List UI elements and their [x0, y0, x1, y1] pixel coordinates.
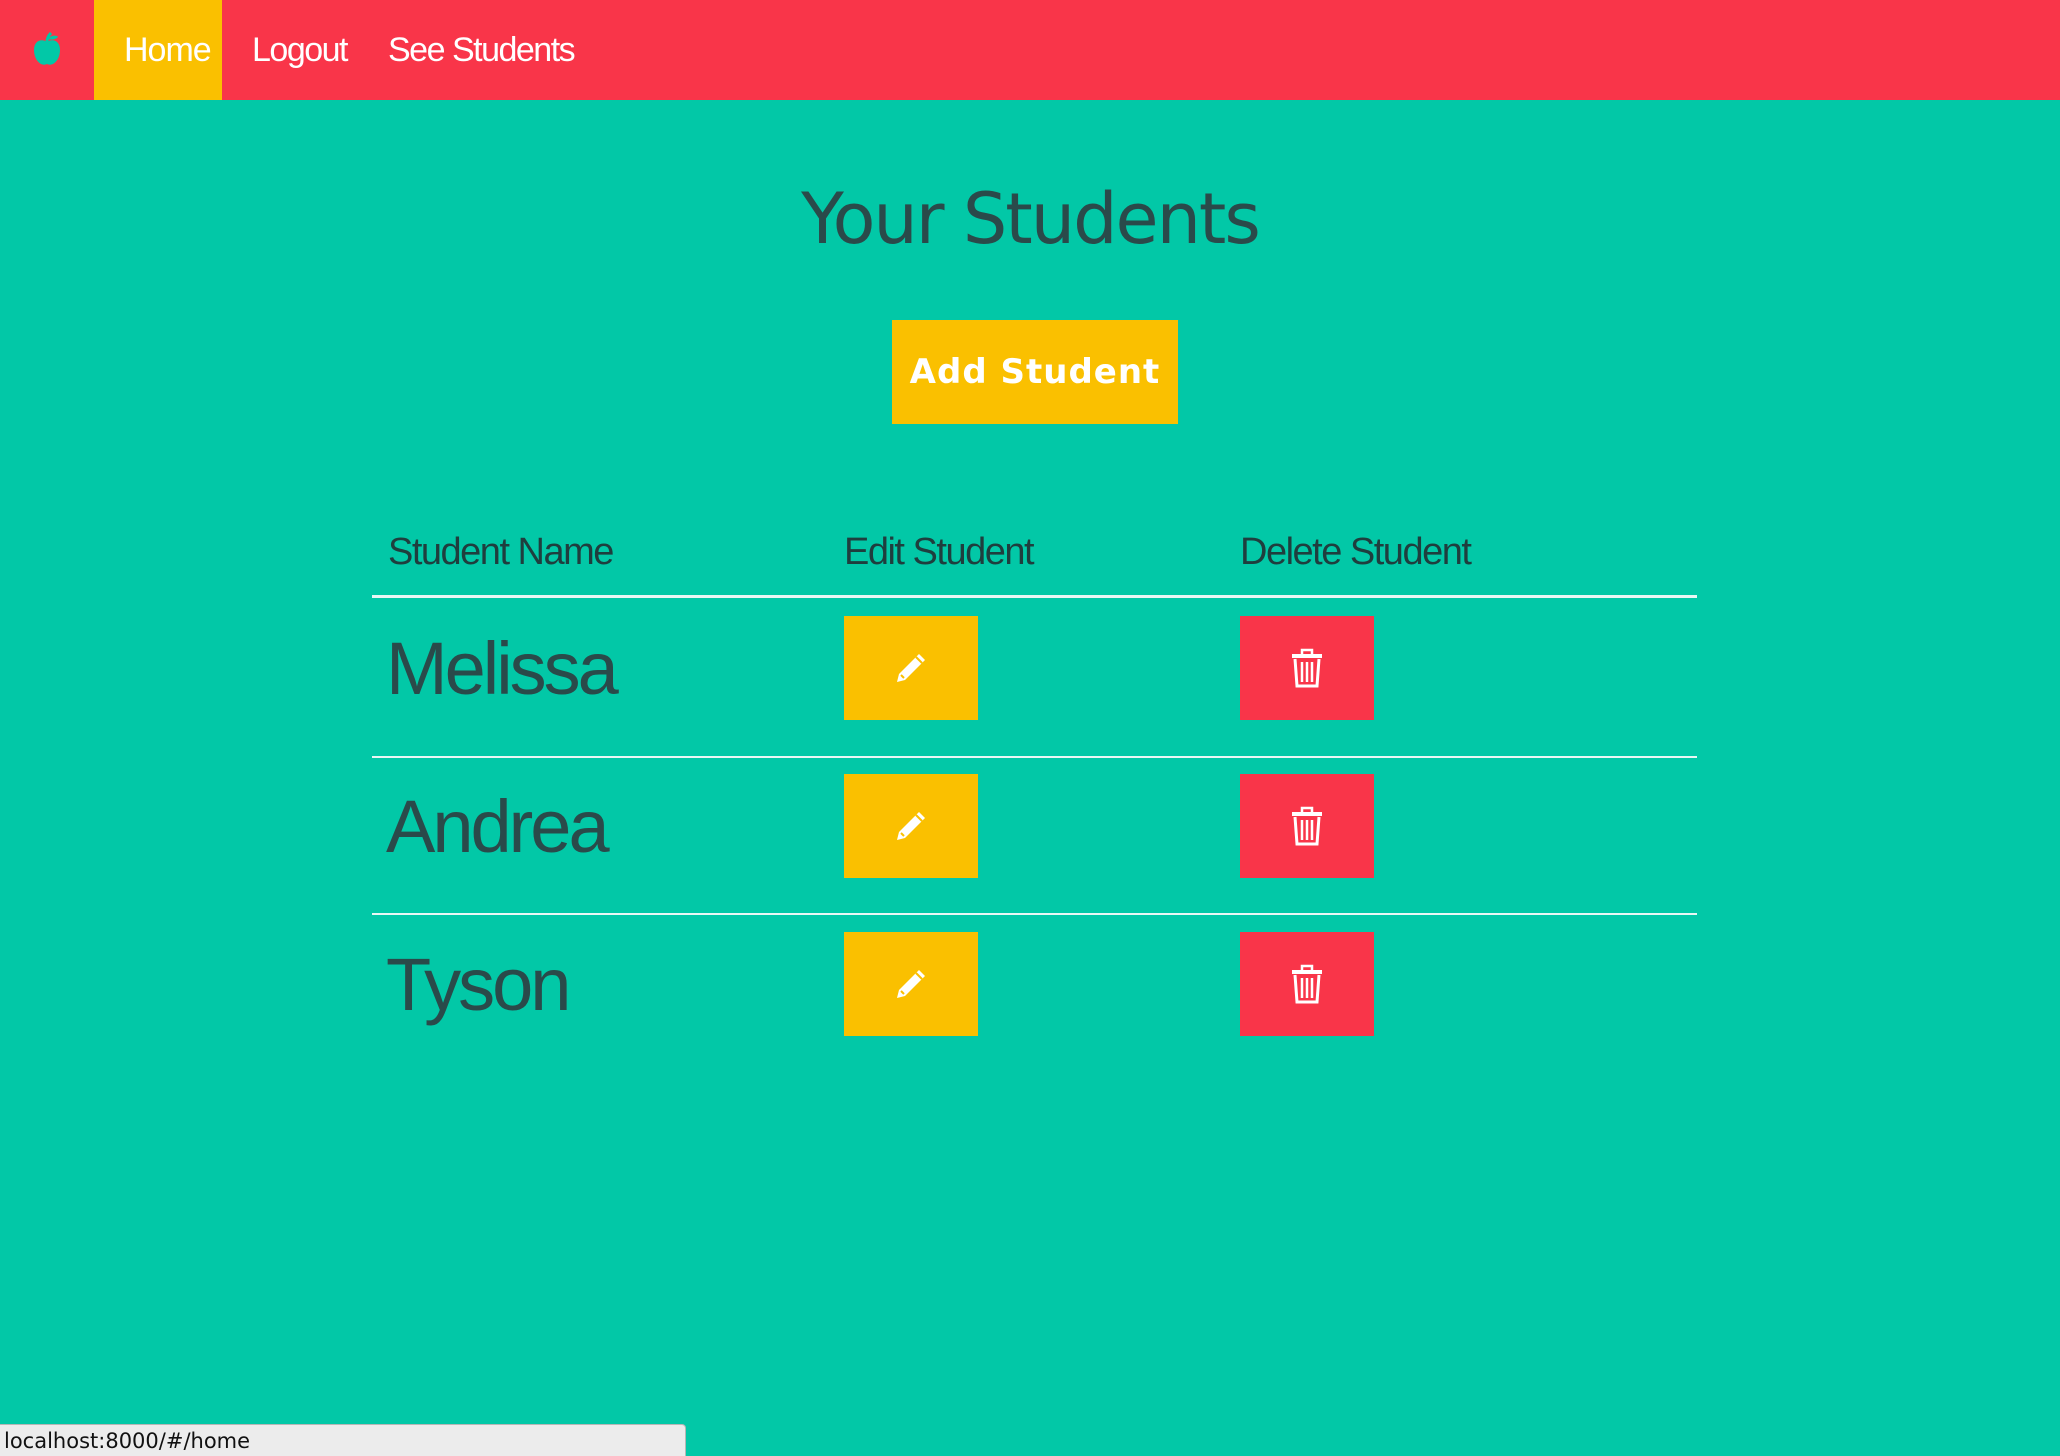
column-header-student-name: Student Name	[388, 530, 614, 573]
apple-icon	[34, 32, 60, 65]
edit-student-button[interactable]	[844, 774, 978, 878]
page-title: Your Students	[801, 178, 1261, 260]
edit-student-button[interactable]	[844, 932, 978, 1036]
column-header-edit-student: Edit Student	[844, 530, 1035, 573]
trash-icon	[1292, 648, 1322, 688]
row-divider	[372, 913, 1697, 915]
pencil-icon	[897, 812, 925, 840]
student-name-cell: Andrea	[386, 784, 610, 868]
pencil-icon	[897, 970, 925, 998]
pencil-icon	[897, 654, 925, 682]
nav-item-home[interactable]: Home	[124, 0, 212, 100]
trash-icon	[1292, 964, 1322, 1004]
column-header-delete-student: Delete Student	[1240, 530, 1472, 573]
browser-status-bar: localhost:8000/#/home	[0, 1424, 686, 1456]
student-name-cell: Melissa	[386, 626, 619, 710]
delete-student-button[interactable]	[1240, 774, 1374, 878]
trash-icon	[1292, 806, 1322, 846]
header-divider	[372, 595, 1697, 598]
row-divider	[372, 756, 1697, 758]
nav-item-logout[interactable]: Logout	[252, 0, 349, 100]
brand-logo[interactable]	[0, 0, 94, 100]
nav-item-see-students[interactable]: See Students	[388, 0, 576, 100]
edit-student-button[interactable]	[844, 616, 978, 720]
delete-student-button[interactable]	[1240, 616, 1374, 720]
student-name-cell: Tyson	[386, 942, 571, 1026]
delete-student-button[interactable]	[1240, 932, 1374, 1036]
add-student-button[interactable]: Add Student	[892, 320, 1178, 424]
